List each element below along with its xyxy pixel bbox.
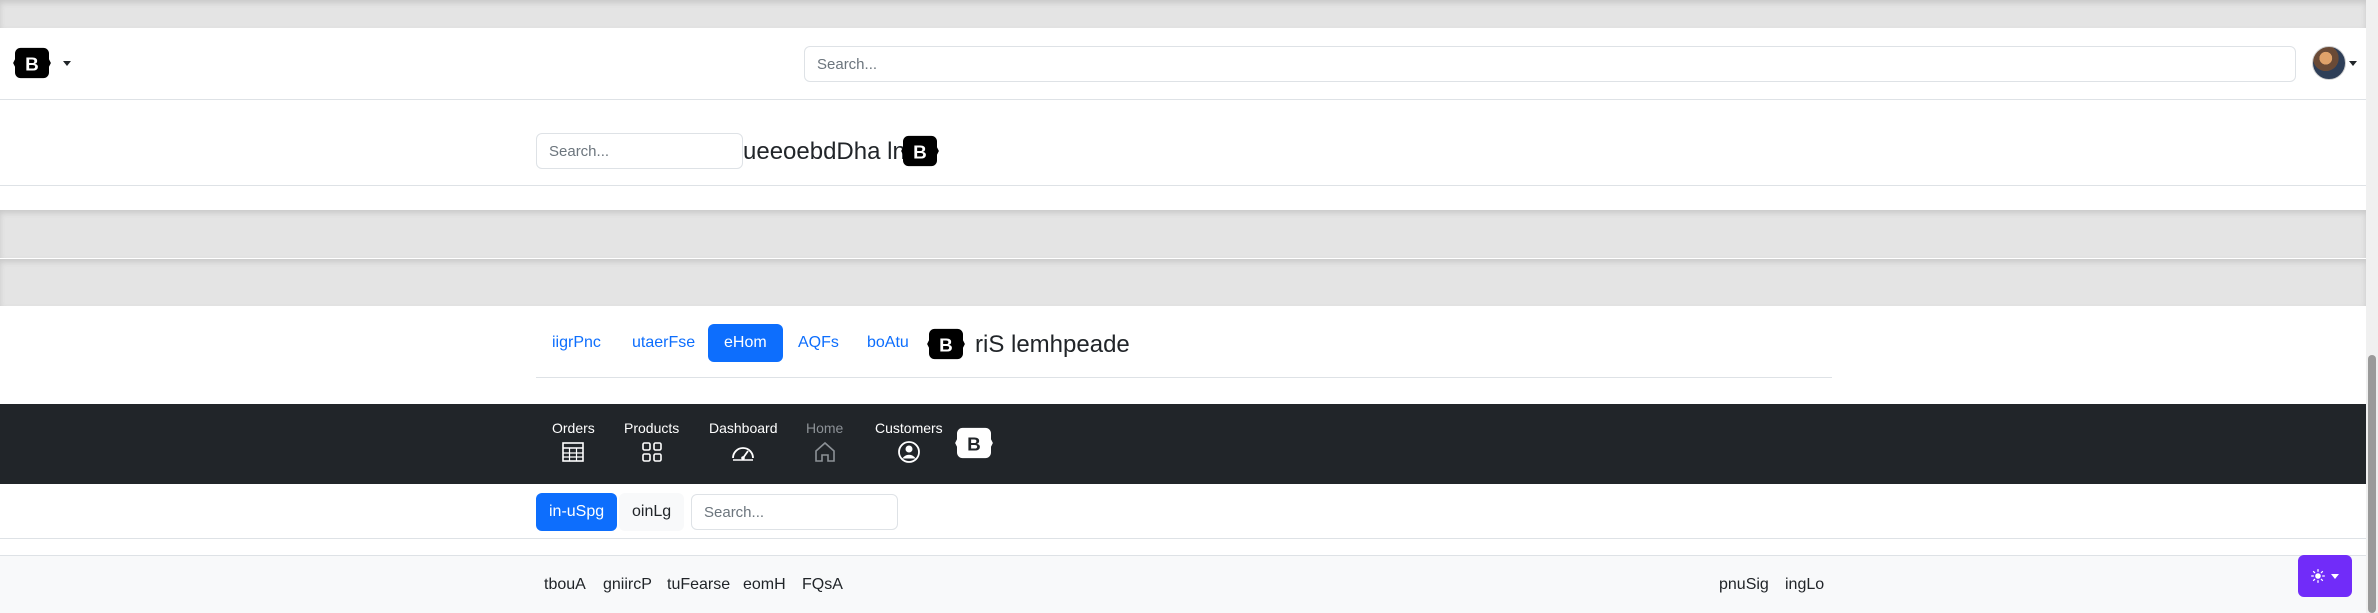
table-icon [562,442,585,462]
nav-item-customers[interactable]: Customers [875,420,943,464]
avatar[interactable] [2312,46,2346,80]
bootstrap-logo-icon[interactable]: B [13,46,51,80]
nav-item-label: Home [806,420,844,436]
divider [536,377,1832,378]
brand-text: ueeoebdDha ln [743,138,906,165]
bootstrap-logo-icon-light[interactable]: B [955,426,993,460]
nav-pill-faqs[interactable]: AQFs [782,324,855,362]
sun-icon [2311,569,2325,583]
divider [0,99,2366,100]
nav-item-label: Customers [875,420,943,436]
speedometer-icon [732,447,755,461]
footer-link-signup[interactable]: pnuSig [1719,576,1769,594]
nav-pill-home[interactable]: eHom [708,324,783,362]
nav-pill-about[interactable]: boAtu [851,324,925,362]
separator-band [0,259,2366,306]
brand-text-2: riS lemhpeade [975,331,1130,358]
person-circle-icon [897,441,920,463]
avatar-chevron-down-icon[interactable] [2349,61,2357,66]
footer: tbouA gniircP tuFearse eomH FQsA pnuSig … [0,555,2366,613]
footer-link-about[interactable]: tbouA [544,576,586,594]
footer-link-home[interactable]: eomH [743,576,786,594]
divider [0,185,2366,186]
house-icon [814,441,835,462]
scrollbar-thumb[interactable] [2368,355,2376,613]
scrollbar[interactable] [2366,0,2378,613]
grid-icon [641,442,662,462]
nav-pill-features[interactable]: utaerFse [616,324,711,362]
svg-text:B: B [25,55,39,76]
login-button[interactable]: oinLg [619,493,685,531]
nav-pill-pricing[interactable]: iigrPnc [536,324,617,362]
footer-link-faqs[interactable]: FQsA [802,576,843,594]
nav-item-orders[interactable]: Orders [552,420,595,464]
svg-text:B: B [939,336,953,357]
search-input-3[interactable] [691,494,898,530]
bootstrap-logo-icon-2[interactable]: B [901,134,939,168]
dark-navbar: Orders Products Dashboard Home Customers… [0,404,2366,484]
footer-link-pricing[interactable]: gniircP [603,576,652,594]
footer-link-features[interactable]: tuFearse [667,576,730,594]
nav-item-label: Products [624,420,680,436]
svg-text:B: B [967,435,981,456]
divider [0,538,2366,539]
theme-toggle-button[interactable] [2298,555,2352,597]
nav-item-products[interactable]: Products [624,420,679,464]
signup-button[interactable]: in-uSpg [536,493,618,531]
separator-band [0,210,2366,258]
search-input[interactable] [804,46,2296,82]
svg-text:B: B [913,143,927,164]
chevron-down-icon [2331,573,2339,579]
nav-item-label: Orders [552,420,595,436]
bootstrap-logo-icon-3[interactable]: B [927,327,965,361]
nav-item-home[interactable]: Home [806,420,843,464]
chevron-down-icon[interactable] [63,61,71,66]
nav-item-label: Dashboard [709,420,778,436]
footer-link-login[interactable]: ingLo [1785,576,1824,594]
nav-item-dashboard[interactable]: Dashboard [709,420,778,464]
search-input-2[interactable] [536,133,743,169]
separator-band-top [0,0,2366,28]
